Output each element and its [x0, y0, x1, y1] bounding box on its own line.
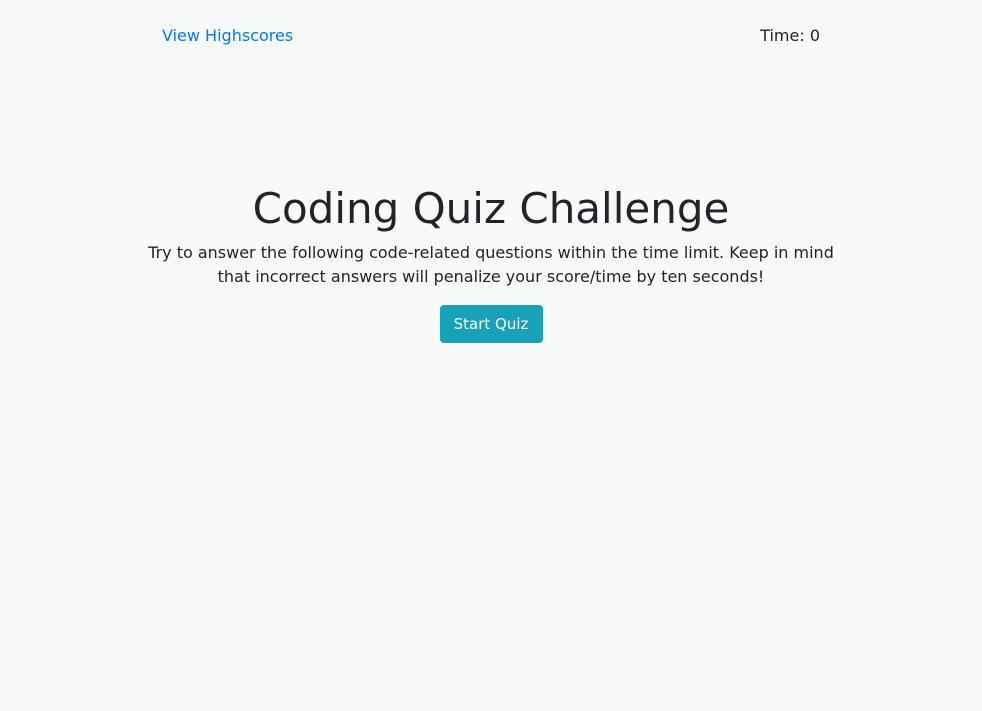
- timer-value: 0: [809, 26, 820, 45]
- start-screen: Coding Quiz Challenge Try to answer the …: [0, 181, 982, 343]
- header: View Highscores Time: 0: [162, 24, 820, 50]
- timer-label: Time:: [760, 26, 810, 45]
- start-quiz-button[interactable]: Start Quiz: [439, 305, 543, 343]
- quiz-instructions: Try to answer the following code-related…: [148, 243, 834, 286]
- page-title: Coding Quiz Challenge: [252, 184, 730, 233]
- timer: Time: 0: [760, 24, 820, 48]
- view-highscores-link[interactable]: View Highscores: [162, 24, 293, 48]
